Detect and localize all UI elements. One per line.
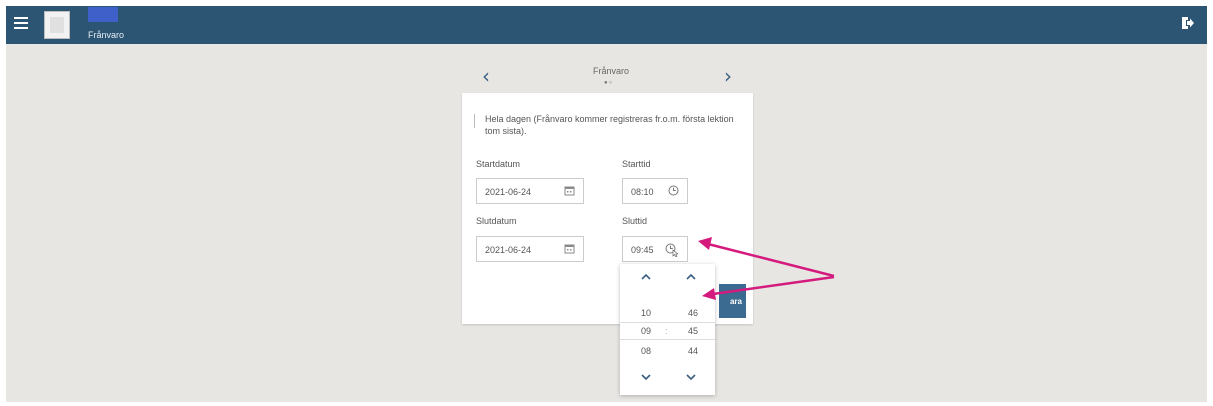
- all-day-label: Hela dagen (Frånvaro kommer registreras …: [485, 114, 734, 136]
- start-time-value: 08:10: [631, 187, 654, 197]
- hour-down-button[interactable]: [640, 372, 652, 384]
- save-button[interactable]: ara: [719, 284, 746, 318]
- end-time-value: 09:45: [631, 245, 654, 255]
- selection-line-top: [620, 322, 715, 323]
- school-logo: [88, 7, 118, 22]
- clock-icon[interactable]: [668, 185, 679, 198]
- top-bar: Frånvaro: [6, 6, 1207, 44]
- minute-prev-option[interactable]: 46: [688, 308, 698, 318]
- page-title: Frånvaro: [592, 66, 629, 76]
- prev-page-button[interactable]: ‹: [482, 64, 490, 88]
- minute-next-option[interactable]: 44: [688, 346, 698, 356]
- clock-icon[interactable]: [665, 243, 679, 259]
- time-picker-popup: 10 46 09 : 45 08 44: [620, 264, 715, 395]
- end-date-value: 2021-06-24: [485, 245, 532, 255]
- next-page-button[interactable]: ›: [724, 64, 732, 88]
- menu-icon[interactable]: [14, 17, 28, 31]
- hour-next-option[interactable]: 08: [641, 346, 651, 356]
- app-title: Frånvaro: [88, 30, 125, 40]
- end-time-label: Sluttid: [622, 216, 648, 226]
- hour-current-value[interactable]: 09: [641, 326, 651, 336]
- hour-up-button[interactable]: [640, 272, 652, 284]
- start-date-value: 2021-06-24: [485, 187, 532, 197]
- app-frame: Frånvaro ‹ Frånvaro ●○ › Hela dagen (Frå…: [6, 6, 1207, 402]
- start-time-field[interactable]: 08:10: [622, 178, 688, 204]
- start-date-label: Startdatum: [476, 159, 521, 169]
- hour-prev-option[interactable]: 10: [641, 308, 651, 318]
- start-date-field[interactable]: 2021-06-24: [476, 178, 584, 204]
- end-time-field[interactable]: 09:45: [622, 236, 688, 262]
- selection-line-bottom: [620, 339, 715, 340]
- page-indicator: ●○: [604, 80, 614, 86]
- start-time-label: Starttid: [622, 159, 651, 169]
- end-date-label: Slutdatum: [476, 216, 517, 226]
- minute-up-button[interactable]: [685, 272, 697, 284]
- all-day-checkbox[interactable]: [474, 114, 477, 128]
- end-date-field[interactable]: 2021-06-24: [476, 236, 584, 262]
- minute-current-value[interactable]: 45: [688, 326, 698, 336]
- minute-down-button[interactable]: [685, 372, 697, 384]
- time-separator: :: [665, 326, 668, 336]
- calendar-icon[interactable]: [564, 185, 575, 198]
- logout-icon[interactable]: [1181, 16, 1195, 35]
- avatar[interactable]: [44, 11, 70, 39]
- calendar-icon[interactable]: [564, 243, 575, 256]
